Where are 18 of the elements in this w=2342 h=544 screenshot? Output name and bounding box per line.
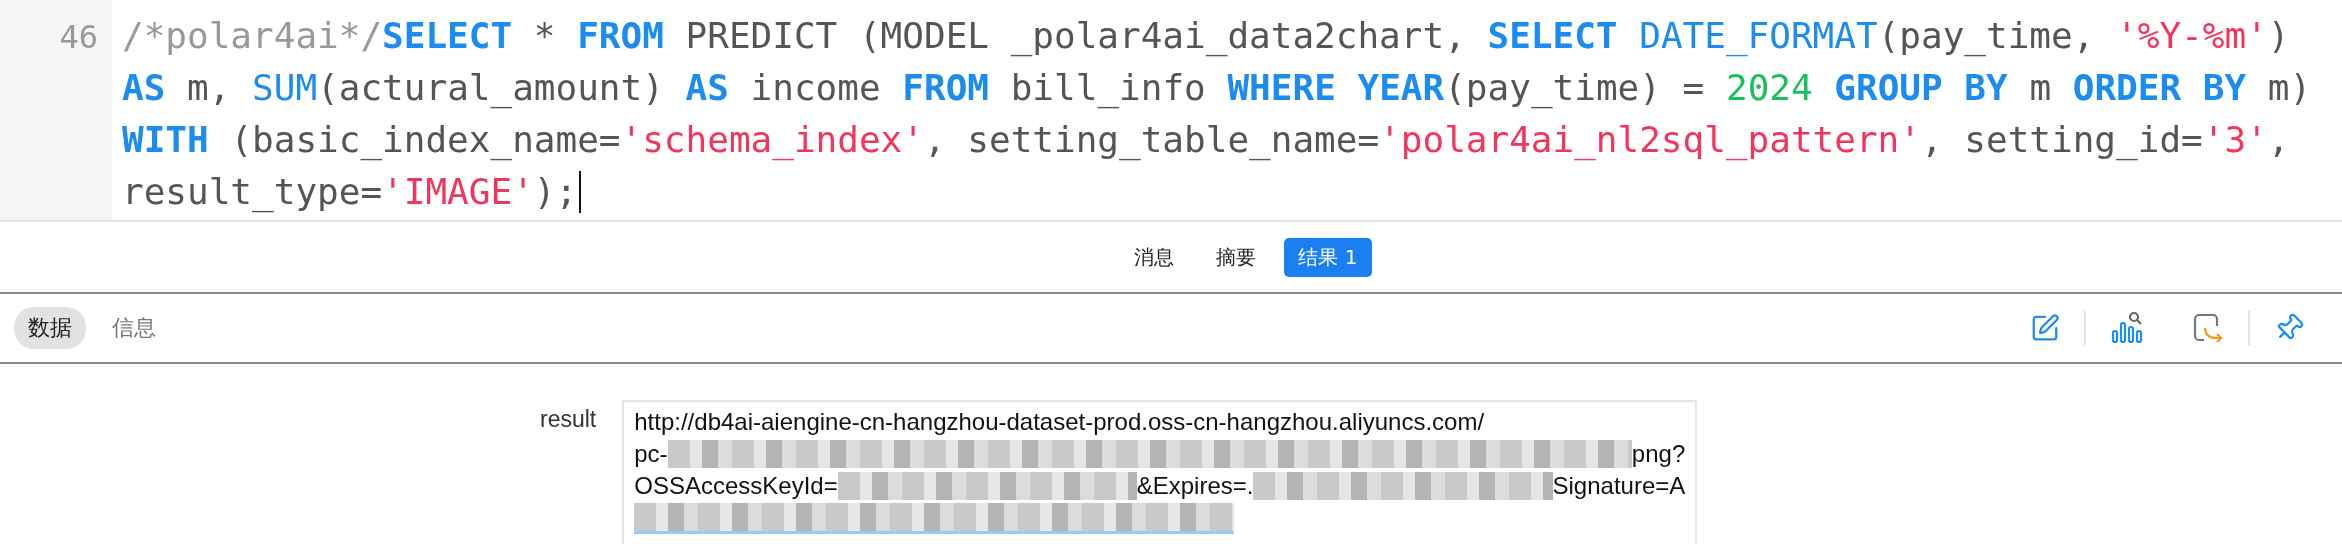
- code-line: WITH (basic_index_name='schema_index', setting_table_name='polar4ai_nl2sql_pattern', setting_id='3',: [122, 118, 2290, 163]
- result-field[interactable]: http://db4ai-aiengine-cn-hangzhou-dataset-prod.oss-cn-hangzhou.aliyuncs.com/ pc- png? OSSAccessKeyId= &Expires=. Signature=A: [622, 400, 1698, 544]
- view-tab[interactable]: 信息: [98, 307, 170, 349]
- field-label: result: [540, 405, 597, 434]
- code-line: result_type='IMAGE');: [122, 166, 582, 218]
- line-number: 46: [59, 17, 98, 58]
- result-tab[interactable]: 消息: [1120, 237, 1189, 277]
- code-line: /*polar4ai*/SELECT * FROM PREDICT (MODEL _polar4ai_data2chart, SELECT DATE_FORMAT(pay_time, '%Y-%m'): [122, 14, 2290, 59]
- code-line: AS m, SUM(actural_amount) AS income FROM bill_info WHERE YEAR(pay_time) = 2024 GROUP BY m ORDER BY m): [122, 66, 2312, 111]
- url-text: Signature=A: [1552, 472, 1686, 500]
- result-tab[interactable]: 结果 1: [1284, 237, 1372, 277]
- result-tab[interactable]: 摘要: [1202, 237, 1271, 277]
- url-text: &Expires=.: [1136, 472, 1254, 500]
- url-text: pc-: [634, 440, 668, 468]
- url-text: OSSAccessKeyId=: [634, 472, 838, 500]
- url-text: png?: [1631, 440, 1686, 468]
- view-tab[interactable]: 数据: [14, 307, 86, 349]
- url-text: http://db4ai-aiengine-cn-hangzhou-dataset-prod.oss-cn-hangzhou.aliyuncs.com/: [634, 408, 1485, 436]
